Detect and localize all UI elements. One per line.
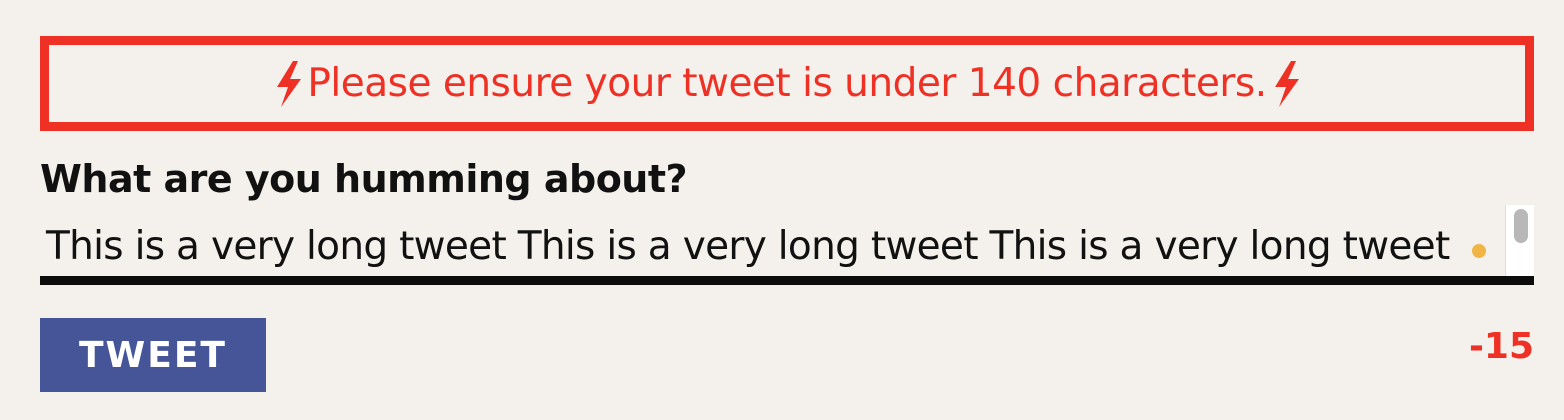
tweet-input-container: This is a very long tweet This is a very… xyxy=(40,205,1534,285)
input-underline xyxy=(40,276,1534,285)
lightning-bolt-icon xyxy=(271,59,305,109)
scrollbar-thumb[interactable] xyxy=(1514,209,1528,243)
error-banner: Please ensure your tweet is under 140 ch… xyxy=(40,36,1534,131)
textarea-scrollbar[interactable] xyxy=(1505,205,1534,276)
compose-label: What are you humming about? xyxy=(40,157,688,201)
lightning-bolt-icon xyxy=(1269,59,1303,109)
character-counter: -15 xyxy=(1468,326,1534,367)
error-message: Please ensure your tweet is under 140 ch… xyxy=(307,61,1267,106)
tweet-button[interactable]: TWEET xyxy=(40,318,266,392)
status-dot-icon xyxy=(1472,244,1486,258)
tweet-textarea[interactable]: This is a very long tweet This is a very… xyxy=(40,205,1495,277)
